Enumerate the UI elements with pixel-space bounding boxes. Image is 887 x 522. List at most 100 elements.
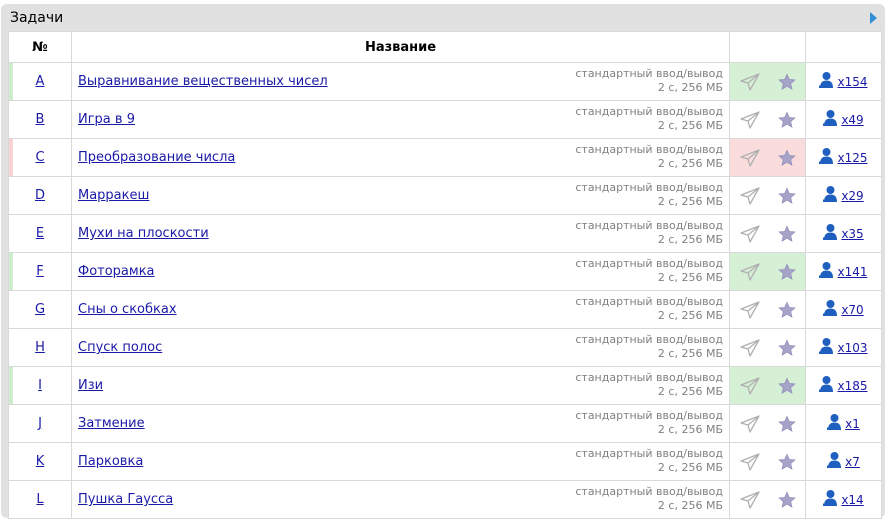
star-icon[interactable] [778,148,797,167]
time-memory-limits: 2 с, 256 МБ [657,461,723,474]
triangle-right-icon[interactable] [870,12,877,24]
user-icon [819,71,834,92]
problem-name-cell: Пушка Гаусса стандартный ввод/вывод 2 с, 2… [71,480,730,519]
problem-name-link[interactable]: Выравнивание вещественных чисел [78,74,328,89]
problem-name-cell: Спуск полос стандартный ввод/вывод 2 с, 25… [71,328,730,367]
problem-name-link[interactable]: Мухи на плоскости [78,226,209,241]
problem-name-link[interactable]: Изи [78,378,103,393]
user-icon [827,451,842,472]
problem-name-cell: Выравнивание вещественных чисел стандартн… [71,62,730,101]
send-icon[interactable] [739,262,761,282]
table-row: B Игра в 9 стандартный ввод/вывод 2 с, 256 … [8,100,882,139]
problem-number-cell: K [8,442,72,481]
time-memory-limits: 2 с, 256 МБ [657,157,723,170]
star-icon[interactable] [778,262,797,281]
problem-solved-cell: x125 [805,138,882,177]
user-icon [823,299,838,320]
problem-code-link[interactable]: L [36,492,43,507]
send-icon[interactable] [739,414,761,434]
problem-code-link[interactable]: C [35,150,44,165]
star-icon[interactable] [778,72,797,91]
header-actions [729,31,806,63]
problem-code-link[interactable]: B [36,112,45,127]
time-memory-limits: 2 с, 256 МБ [657,119,723,132]
solved-count-link[interactable]: x29 [841,189,863,203]
problem-name-link[interactable]: Пушка Гаусса [78,492,173,507]
problem-solved-cell: x70 [805,290,882,329]
star-icon[interactable] [778,414,797,433]
problem-limits: стандартный ввод/вывод 2 с, 256 МБ [575,143,723,171]
solved-count-link[interactable]: x141 [837,265,867,279]
solved-count-link[interactable]: x35 [841,227,863,241]
problem-solved-cell: x49 [805,100,882,139]
problem-code-link[interactable]: E [36,226,44,241]
problem-code-link[interactable]: J [38,416,42,431]
problem-code-link[interactable]: A [36,74,45,89]
problem-name-link[interactable]: Марракеш [78,188,149,203]
send-icon[interactable] [739,338,761,358]
solved-count-link[interactable]: x49 [841,113,863,127]
user-icon [823,223,838,244]
star-icon[interactable] [778,110,797,129]
star-icon[interactable] [778,338,797,357]
star-icon[interactable] [778,300,797,319]
problem-code-link[interactable]: F [36,264,43,279]
io-type: стандартный ввод/вывод [575,143,723,156]
send-icon[interactable] [739,376,761,396]
send-icon[interactable] [739,224,761,244]
problem-solved-cell: x35 [805,214,882,253]
user-icon [819,147,834,168]
problem-name-link[interactable]: Сны о скобках [78,302,177,317]
problem-number-cell: C [8,138,72,177]
solved-count-link[interactable]: x14 [841,493,863,507]
problem-limits: стандартный ввод/вывод 2 с, 256 МБ [575,409,723,437]
solved-count-link[interactable]: x185 [837,379,867,393]
io-type: стандартный ввод/вывод [575,447,723,460]
problem-name-cell: Изи стандартный ввод/вывод 2 с, 256 МБ [71,366,730,405]
send-icon[interactable] [739,186,761,206]
solved-count-link[interactable]: x70 [841,303,863,317]
problem-number-cell: J [8,404,72,443]
problem-actions-cell [729,214,806,253]
star-icon[interactable] [778,376,797,395]
solved-count-link[interactable]: x1 [845,417,860,431]
send-icon[interactable] [739,148,761,168]
problem-name-link[interactable]: Фоторамка [78,264,155,279]
problem-limits: стандартный ввод/вывод 2 с, 256 МБ [575,485,723,513]
send-icon[interactable] [739,72,761,92]
io-type: стандартный ввод/вывод [575,409,723,422]
time-memory-limits: 2 с, 256 МБ [657,385,723,398]
send-icon[interactable] [739,300,761,320]
problem-name-link[interactable]: Игра в 9 [78,112,135,127]
problem-name-link[interactable]: Парковка [78,454,143,469]
problem-code-link[interactable]: G [35,302,45,317]
problem-solved-cell: x29 [805,176,882,215]
time-memory-limits: 2 с, 256 МБ [657,347,723,360]
solved-count-link[interactable]: x154 [837,75,867,89]
send-icon[interactable] [739,110,761,130]
problem-name-link[interactable]: Преобразование числа [78,150,235,165]
problem-code-link[interactable]: K [36,454,45,469]
problem-code-link[interactable]: H [35,340,45,355]
send-icon[interactable] [739,452,761,472]
time-memory-limits: 2 с, 256 МБ [657,309,723,322]
send-icon[interactable] [739,490,761,510]
solved-count-link[interactable]: x7 [845,455,860,469]
solved-count-link[interactable]: x125 [837,151,867,165]
problem-number-cell: D [8,176,72,215]
problem-actions-cell [729,176,806,215]
header-solved [805,31,882,63]
star-icon[interactable] [778,452,797,471]
problem-name-link[interactable]: Затмение [78,416,145,431]
problem-code-link[interactable]: I [38,378,42,393]
problem-code-link[interactable]: D [35,188,45,203]
table-row: K Парковка стандартный ввод/вывод 2 с, 256 … [8,442,882,481]
problem-name-link[interactable]: Спуск полос [78,340,162,355]
solved-count-link[interactable]: x103 [837,341,867,355]
star-icon[interactable] [778,224,797,243]
problem-name-cell: Игра в 9 стандартный ввод/вывод 2 с, 256 М… [71,100,730,139]
star-icon[interactable] [778,490,797,509]
star-icon[interactable] [778,186,797,205]
problem-actions-cell [729,328,806,367]
user-icon [827,413,842,434]
